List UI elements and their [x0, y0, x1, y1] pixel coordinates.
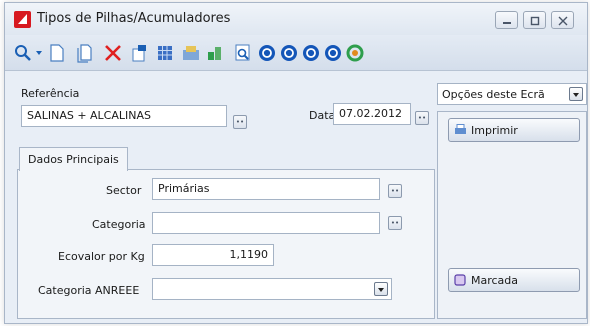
main-window: Tipos de Pilhas/Acumuladores Referência … [4, 2, 588, 324]
search-button[interactable] [13, 43, 33, 63]
last-record-button[interactable] [323, 43, 343, 63]
marcada-button[interactable]: Marcada [448, 268, 580, 292]
search-icon [15, 45, 31, 61]
previous-record-button[interactable] [279, 43, 299, 63]
export-icon [183, 46, 199, 60]
sector-lookup-button[interactable]: •• [388, 184, 402, 198]
side-actions-panel: Imprimir Marcada [437, 111, 587, 319]
export-button[interactable] [181, 43, 201, 63]
next-record-icon [303, 45, 319, 61]
tools-button[interactable] [205, 43, 225, 63]
data-label: Data [309, 109, 336, 122]
window-title: Tipos de Pilhas/Acumuladores [37, 11, 231, 26]
tab-dados-principais[interactable]: Dados Principais [19, 147, 128, 171]
app-logo-icon [14, 11, 31, 28]
grid-button[interactable] [155, 43, 175, 63]
delete-button[interactable] [103, 43, 123, 63]
imprimir-label: Imprimir [471, 124, 518, 137]
refresh-button[interactable] [345, 43, 365, 63]
form-area: Referência SALINAS + ALCALINAS •• Data 0… [17, 83, 435, 319]
dados-principais-panel: Sector Primárias •• Categoria •• Ecovalo… [17, 169, 435, 319]
marcada-label: Marcada [471, 274, 519, 287]
minimize-button[interactable] [495, 11, 518, 29]
tools-icon [208, 47, 221, 60]
categoria-anreee-label: Categoria ANREEE [38, 284, 140, 297]
data-field[interactable]: 07.02.2012 [333, 103, 411, 125]
last-record-icon [325, 45, 341, 61]
printer-icon [455, 124, 466, 134]
options-select[interactable]: Opções deste Ecrã [437, 83, 587, 105]
marker-icon [454, 274, 466, 286]
new-document-icon [50, 44, 64, 62]
first-record-icon [259, 45, 275, 61]
refresh-icon [346, 44, 364, 62]
ecovalor-field[interactable]: 1,1190 [152, 244, 274, 266]
search-dropdown-arrow-icon[interactable] [36, 51, 42, 55]
title-bar: Tipos de Pilhas/Acumuladores [5, 3, 587, 35]
categoria-label: Categoria [92, 218, 146, 231]
first-record-button[interactable] [257, 43, 277, 63]
categoria-lookup-button[interactable]: •• [388, 216, 402, 230]
delete-icon [105, 45, 121, 61]
edit-icon [132, 45, 146, 62]
referencia-lookup-button[interactable]: •• [233, 115, 247, 129]
print-preview-icon [235, 44, 250, 61]
maximize-icon [530, 16, 540, 26]
categoria-anreee-select[interactable] [152, 278, 392, 300]
print-preview-button[interactable] [233, 43, 253, 63]
maximize-button[interactable] [523, 11, 546, 29]
imprimir-button[interactable]: Imprimir [448, 118, 580, 142]
previous-record-icon [281, 45, 297, 61]
referencia-label: Referência [21, 87, 80, 100]
side-area: Opções deste Ecrã Imprimir Marcada [437, 83, 587, 319]
minimize-icon [503, 22, 511, 24]
close-button[interactable] [551, 11, 574, 29]
sector-label: Sector [106, 184, 142, 197]
copy-document-icon [77, 44, 92, 63]
data-lookup-button[interactable]: •• [415, 111, 429, 125]
close-icon [558, 16, 568, 26]
edit-button[interactable] [129, 43, 149, 63]
ecovalor-label: Ecovalor por Kg [58, 250, 145, 263]
grid-icon [158, 46, 172, 60]
chevron-down-icon[interactable] [374, 282, 388, 296]
sector-field[interactable]: Primárias [152, 178, 380, 200]
copy-document-button[interactable] [75, 43, 95, 63]
toolbar [5, 35, 587, 71]
options-dropdown-chevron-icon[interactable] [569, 87, 583, 101]
referencia-field[interactable]: SALINAS + ALCALINAS [21, 105, 227, 127]
categoria-field[interactable] [152, 212, 380, 234]
next-record-button[interactable] [301, 43, 321, 63]
new-document-button[interactable] [47, 43, 67, 63]
